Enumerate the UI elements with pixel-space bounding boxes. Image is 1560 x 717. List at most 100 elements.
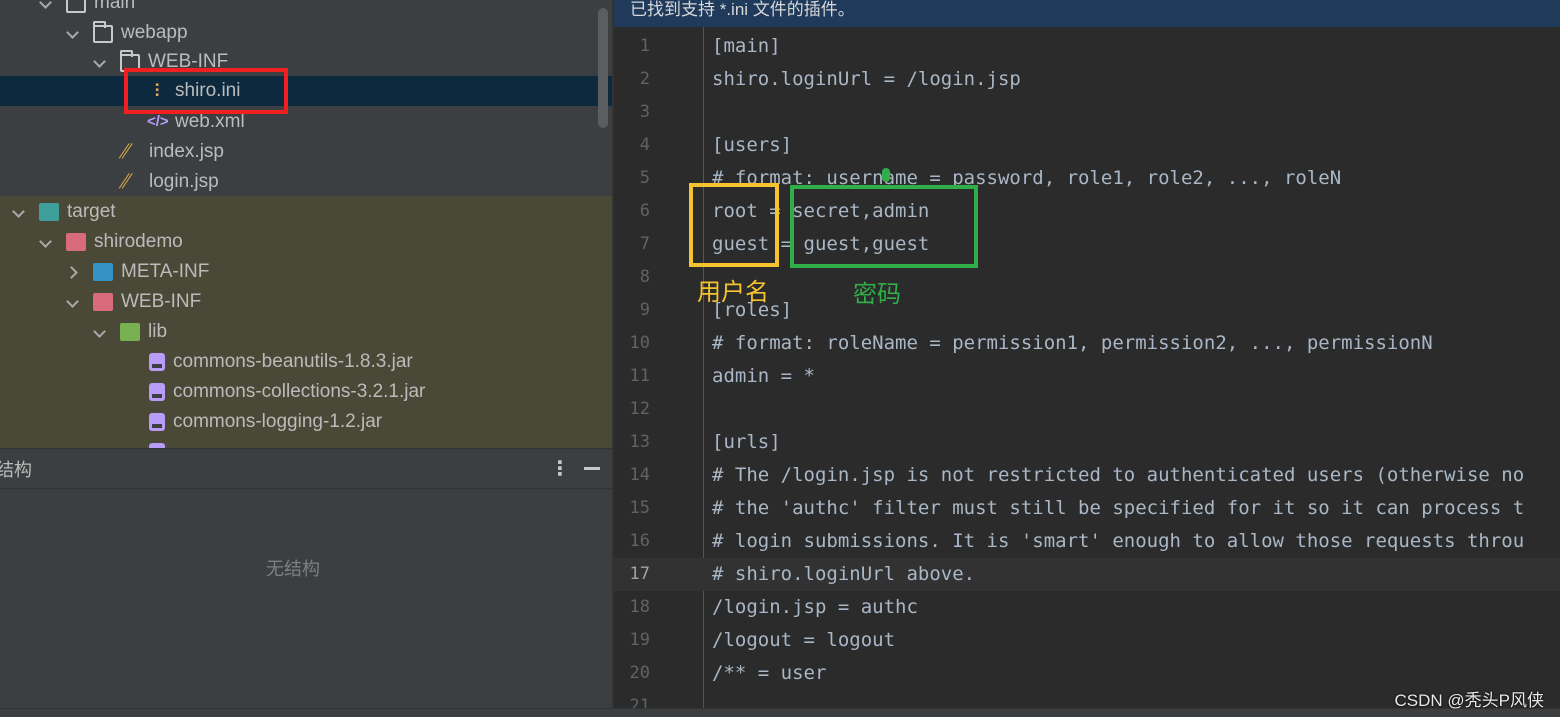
line-number: 21 (629, 696, 650, 708)
tree-item-meta-inf[interactable]: META-INF (0, 257, 612, 287)
tree-item-web-xml[interactable]: </> web.xml (0, 107, 612, 137)
tree-item-label: shirodemo (94, 231, 183, 252)
line-number: 6 (639, 201, 650, 221)
code-text[interactable]: [main] (712, 30, 781, 63)
tree-item-web-inf-target[interactable]: WEB-INF (0, 287, 612, 317)
chevron-right-icon[interactable] (67, 266, 79, 278)
code-text[interactable]: /logout = logout (712, 624, 895, 657)
code-text[interactable]: # shiro.loginUrl above. (712, 558, 975, 591)
minimize-icon[interactable] (584, 467, 600, 470)
code-line[interactable]: 13 [urls] (614, 426, 1560, 459)
tree-item-label: webapp (121, 22, 188, 43)
username-annotation-label: 用户名 (697, 279, 769, 306)
chevron-down-icon[interactable] (67, 27, 79, 39)
tree-item-label: web.xml (175, 111, 245, 132)
tree-item-target[interactable]: target (0, 197, 612, 227)
tree-item-index-jsp[interactable]: ⫽ index.jsp (0, 137, 612, 167)
plugin-suggestion-banner[interactable]: 已找到支持 *.ini 文件的插件。 (614, 0, 1560, 27)
tree-item-label: META-INF (121, 261, 210, 282)
password-highlight-box (790, 185, 978, 268)
structure-empty-text: 无结构 (266, 559, 320, 579)
line-number: 13 (629, 432, 650, 452)
code-text[interactable]: /** = user (712, 657, 826, 690)
code-line[interactable]: 16 # login submissions. It is 'smart' eno… (614, 525, 1560, 558)
line-number: 14 (629, 465, 650, 485)
jar-icon (149, 383, 165, 401)
chevron-down-icon[interactable] (40, 0, 52, 9)
tree-item-jar-partial[interactable] (0, 437, 612, 448)
code-line[interactable]: 14 # The /login.jsp is not restricted to … (614, 459, 1560, 492)
red-highlight-box (124, 68, 288, 114)
code-text[interactable]: shiro.loginUrl = /login.jsp (712, 63, 1021, 96)
tree-item-shirodemo[interactable]: shirodemo (0, 227, 612, 257)
chevron-down-icon[interactable] (94, 326, 106, 338)
chevron-down-icon[interactable] (94, 56, 106, 68)
code-text[interactable]: [urls] (712, 426, 781, 459)
chevron-down-icon[interactable] (40, 236, 52, 248)
more-options-icon[interactable]: ⋮ (550, 459, 570, 479)
tree-item-lib[interactable]: lib (0, 317, 612, 347)
line-number: 5 (639, 168, 650, 188)
code-text[interactable]: [users] (712, 129, 792, 162)
line-number: 20 (629, 663, 650, 683)
code-line[interactable]: 12 (614, 393, 1560, 426)
watermark: CSDN @秃头P风侠 (1394, 691, 1545, 710)
code-text[interactable]: # login submissions. It is 'smart' enoug… (712, 525, 1524, 558)
tree-item-web-inf[interactable]: WEB-INF (0, 47, 612, 77)
code-text[interactable]: /login.jsp = authc (712, 591, 918, 624)
code-line[interactable]: 18/login.jsp = authc (614, 591, 1560, 624)
code-line[interactable]: 19/logout = logout (614, 624, 1560, 657)
line-number: 4 (639, 135, 650, 155)
folder-icon (93, 263, 113, 281)
xml-file-icon: </> (147, 113, 169, 130)
module-folder-icon (66, 0, 86, 13)
line-number: 9 (639, 300, 650, 320)
username-highlight-box (689, 183, 779, 267)
line-number: 11 (629, 366, 650, 386)
code-editor[interactable]: 1 [main] 2 shiro.loginUrl = /login.jsp 3 4 [us… (614, 27, 1560, 708)
line-number: 15 (629, 498, 650, 518)
code-line[interactable]: 10 # format: roleName = permission1, perm… (614, 327, 1560, 360)
tree-item-login-jsp[interactable]: ⫽ login.jsp (0, 167, 612, 197)
tree-item-webapp[interactable]: webapp (0, 18, 612, 48)
code-line[interactable]: 4 [users] (614, 129, 1560, 162)
tree-item-label: WEB-INF (121, 291, 202, 312)
code-line[interactable]: 11 admin = * (614, 360, 1560, 393)
line-number: 16 (629, 531, 650, 551)
tree-scrollbar[interactable] (598, 8, 608, 128)
folder-icon (66, 233, 86, 251)
code-line[interactable]: 17 # shiro.loginUrl above. (614, 558, 1560, 591)
status-bar (0, 708, 1560, 717)
code-text[interactable]: # format: roleName = permission1, permis… (712, 327, 1433, 360)
code-line[interactable]: 3 (614, 96, 1560, 129)
line-number: 12 (629, 399, 650, 419)
code-text[interactable]: # The /login.jsp is not restricted to au… (712, 459, 1524, 492)
tree-item-label: commons-logging-1.2.jar (173, 411, 383, 432)
tree-item-jar[interactable]: commons-collections-3.2.1.jar (0, 377, 612, 407)
tree-item-label: main (94, 0, 136, 13)
jsp-file-icon: ⫽ (116, 141, 134, 163)
folder-icon (93, 293, 113, 311)
tree-item-jar[interactable]: commons-logging-1.2.jar (0, 407, 612, 437)
line-number: 3 (639, 102, 650, 122)
tree-item-jar[interactable]: commons-beanutils-1.8.3.jar (0, 347, 612, 377)
jsp-file-icon: ⫽ (116, 171, 134, 193)
tree-item-shiro-ini[interactable]: ⫶ shiro.ini (0, 76, 612, 106)
line-number: 19 (629, 630, 650, 650)
line-number: 7 (639, 234, 650, 254)
code-text[interactable]: admin = * (712, 360, 815, 393)
tree-item-label: target (67, 201, 116, 222)
code-line[interactable]: 1 [main] (614, 30, 1560, 63)
code-line[interactable]: 15 # the 'authc' filter must still be spe… (614, 492, 1560, 525)
tree-item-main[interactable]: main (0, 0, 612, 18)
chevron-down-icon[interactable] (67, 296, 79, 308)
chevron-down-icon[interactable] (13, 206, 25, 218)
structure-panel: 结构 ⋮ 无结构 (0, 448, 612, 708)
jar-icon (149, 413, 165, 431)
code-text[interactable]: # the 'authc' filter must still be speci… (712, 492, 1524, 525)
jar-icon (149, 353, 165, 371)
annotation-marker (882, 168, 890, 182)
line-number: 1 (639, 36, 650, 56)
code-line[interactable]: 2 shiro.loginUrl = /login.jsp (614, 63, 1560, 96)
password-annotation-label: 密码 (853, 281, 901, 308)
